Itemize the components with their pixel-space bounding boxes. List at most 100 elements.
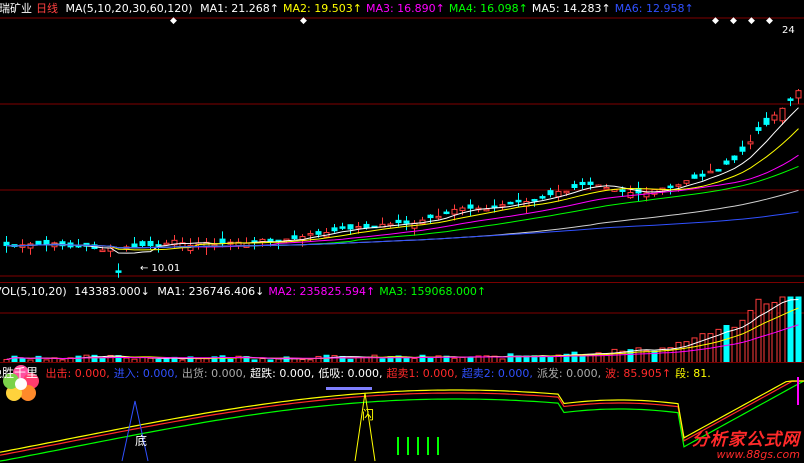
candle <box>667 185 674 189</box>
candle <box>755 127 762 131</box>
ma-value-4: MA4: 16.098↑ <box>448 2 528 15</box>
candle <box>795 90 802 99</box>
indicator-value-9: 波: 85.905↑ <box>605 367 672 380</box>
indicator-values: 出击: 0.000, 进入: 0.000, 出货: 0.000, 超跌: 0.000,… <box>46 367 715 380</box>
volume-label: VOL(5,10,20) <box>0 285 67 298</box>
candle <box>355 225 362 229</box>
volume-bar <box>731 326 738 363</box>
watermark-logo: 分析家公式网 www.88gs.com <box>692 425 800 461</box>
indicator-value-7: 超卖2: 0.000, <box>461 367 533 380</box>
candle <box>563 190 570 194</box>
candle <box>35 240 42 245</box>
candle <box>451 208 458 215</box>
volume-value: 143383.000↓ <box>74 285 150 298</box>
indicator-panel[interactable]: 绝胜千里 出击: 0.000,进入: 0.000,出货: 0.000,超跌: 0… <box>0 362 804 463</box>
volume-panel[interactable]: VOL(5,10,20) 143383.000↓ MA1: 236746.406… <box>0 282 804 363</box>
candle <box>3 241 10 247</box>
candle <box>699 173 706 177</box>
ma5-line <box>6 189 799 249</box>
candle <box>691 174 698 179</box>
candle <box>459 207 466 212</box>
ma-value-5: MA5: 14.283↑ <box>531 2 611 15</box>
volume-bar <box>675 341 682 363</box>
candle <box>483 208 490 212</box>
candle <box>555 190 562 198</box>
ma-value-3: MA3: 16.890↑ <box>365 2 445 15</box>
candle <box>307 233 314 236</box>
candle <box>115 270 122 273</box>
volume-bar <box>611 348 618 363</box>
volume-header: VOL(5,10,20) 143383.000↓ MA1: 236746.406… <box>0 283 494 300</box>
candle <box>531 199 538 202</box>
low-price-marker: ← 10.01 <box>140 263 180 274</box>
candle <box>43 239 50 246</box>
ma1-line <box>6 107 799 254</box>
indicator-name: 绝胜千里 <box>0 366 39 380</box>
candle <box>147 240 154 247</box>
volume-bar <box>699 333 706 363</box>
stock-name: 金瑞矿业 <box>0 2 32 15</box>
volume-bar <box>683 341 690 363</box>
candle <box>99 249 106 253</box>
candle <box>27 243 34 249</box>
indicator-value-10: 段: 81. <box>675 367 711 380</box>
candle <box>731 155 738 161</box>
diamond-marker-3: ◆ <box>712 16 719 26</box>
diamond-marker-1: ◆ <box>170 16 177 26</box>
indicator-value-3: 出货: 0.000, <box>181 367 247 380</box>
candle <box>707 170 714 174</box>
ma3-line <box>6 154 799 249</box>
watermark-title: 分析家公式网 <box>692 430 800 450</box>
candle <box>467 204 474 209</box>
diamond-marker-5: ◆ <box>748 16 755 26</box>
flash-bar <box>326 387 372 390</box>
candle <box>363 223 370 229</box>
price-chart-panel[interactable]: 金瑞矿业日线 MA(5,10,20,30,60,120) MA1: 21.268… <box>0 0 804 282</box>
ma-value-1: MA1: 21.268↑ <box>200 2 280 15</box>
candle <box>747 141 754 145</box>
candle <box>219 238 226 244</box>
indicator-value-2: 进入: 0.000, <box>113 367 178 380</box>
candle <box>763 117 770 125</box>
vol-ma-value-3: MA3: 159068.000↑ <box>379 285 487 298</box>
candle <box>243 242 250 248</box>
candle <box>435 215 442 219</box>
candle <box>539 196 546 199</box>
candle <box>491 205 498 209</box>
top-price-marker: 24 <box>782 25 795 36</box>
candle <box>515 199 522 203</box>
candle <box>443 211 450 215</box>
ma-value-2: MA2: 19.503↑ <box>283 2 362 15</box>
volume-bar <box>787 296 794 363</box>
diamond-marker-2: ◆ <box>300 16 307 26</box>
candle <box>683 180 690 184</box>
candle <box>579 181 586 186</box>
indicator-value-5: 低吸: 0.000, <box>318 367 383 380</box>
candle <box>347 224 354 230</box>
candle <box>723 160 730 165</box>
candle <box>427 214 434 219</box>
candle <box>339 226 346 229</box>
candle <box>771 114 778 121</box>
candle <box>499 204 506 207</box>
period-label: 日线 <box>36 2 58 15</box>
candle <box>547 190 554 196</box>
vol-ma-value-1: MA1: 236746.406↓ <box>157 285 265 298</box>
candlestick-chart[interactable]: ← 10.01 24 ◆ ◆ ◆ ◆ ◆ ◆ <box>0 0 804 282</box>
ma-value-6: MA6: 12.958↑ <box>614 2 694 15</box>
ma-values: MA1: 21.268↑ MA2: 19.503↑ MA3: 16.890↑ MA4:… <box>200 2 698 15</box>
ma2-line <box>6 128 799 251</box>
indicator-value-6: 超卖1: 0.000, <box>386 367 458 380</box>
indicator-value-1: 出击: 0.000, <box>45 367 110 380</box>
ma-params: MA(5,10,20,30,60,120) <box>65 2 193 15</box>
candle <box>139 241 146 246</box>
indicator-value-4: 超跌: 0.000, <box>250 367 315 380</box>
candle <box>715 169 722 172</box>
candle <box>787 98 794 101</box>
volume-bar <box>755 298 762 363</box>
candle <box>291 235 298 239</box>
volume-bar <box>795 296 802 363</box>
candle <box>587 181 594 186</box>
candle <box>259 238 266 242</box>
ma6-line <box>6 211 799 249</box>
